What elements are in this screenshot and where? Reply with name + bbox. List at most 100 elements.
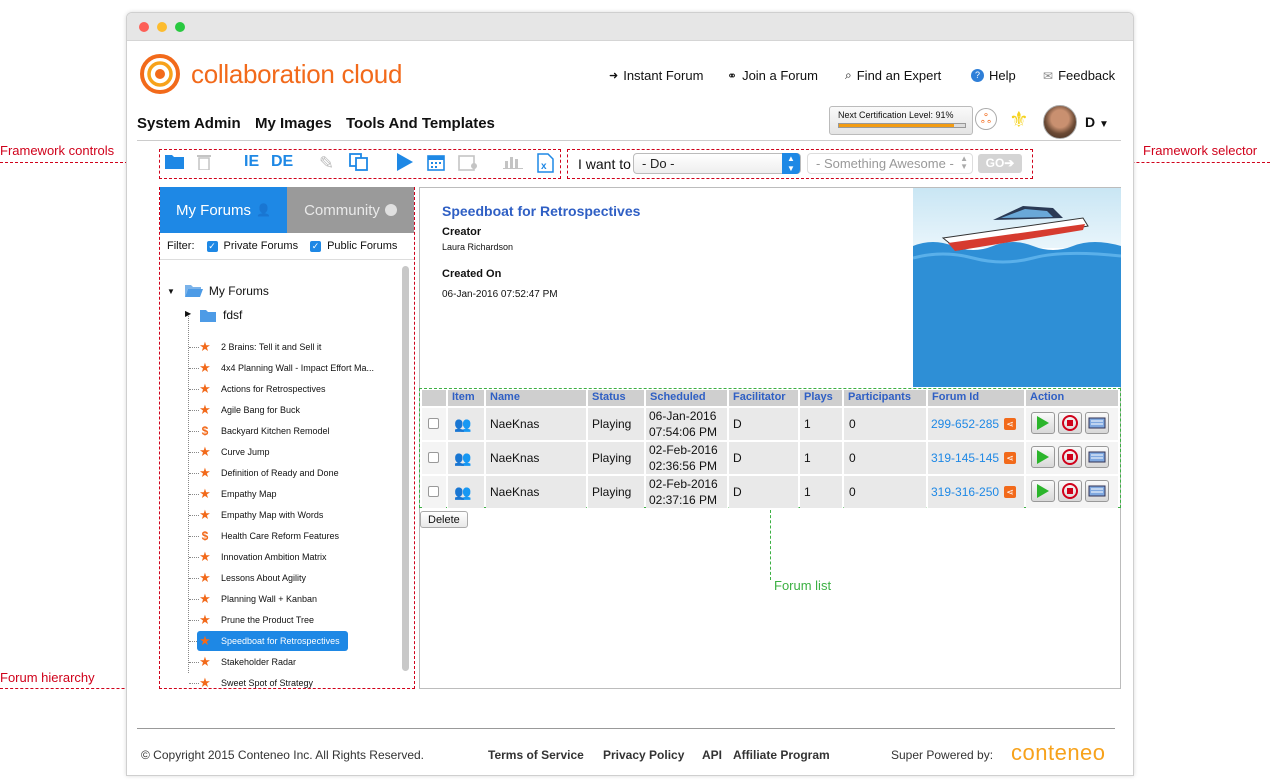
something-select[interactable]: - Something Awesome - ▲ ▼: [807, 153, 973, 174]
tree-item[interactable]: ★ Definition of Ready and Done: [197, 463, 338, 483]
forum-id-link[interactable]: 299-652-285: [931, 417, 999, 431]
tree-item[interactable]: ★ Actions for Retrospectives: [197, 379, 325, 399]
excel-export-icon[interactable]: x: [537, 153, 554, 178]
header-select: [422, 390, 446, 406]
stop-forum-button[interactable]: [1058, 412, 1082, 434]
pencil-icon[interactable]: ✎: [319, 153, 334, 174]
calendar-user-icon[interactable]: [458, 153, 478, 176]
nav-join-forum[interactable]: ⚭ Join a Forum: [727, 68, 818, 83]
forum-id-link[interactable]: 319-145-145: [931, 451, 999, 465]
header-status[interactable]: Status: [588, 390, 644, 406]
star-icon: ★: [199, 465, 211, 480]
tree-item[interactable]: ★ Stakeholder Radar: [197, 652, 296, 672]
tree-item[interactable]: ★ Empathy Map: [197, 484, 276, 504]
do-select[interactable]: - Do - ▲ ▼: [633, 153, 801, 174]
report-forum-button[interactable]: [1085, 412, 1109, 434]
tree-root-my-forums[interactable]: ▼ My Forums: [167, 284, 269, 298]
play-forum-button[interactable]: [1031, 480, 1055, 502]
nav-instant-forum[interactable]: ➜ Instant Forum: [609, 68, 703, 83]
header-name[interactable]: Name: [486, 390, 586, 406]
row-checkbox[interactable]: [428, 418, 439, 429]
delete-button[interactable]: Delete: [420, 511, 468, 528]
play-forum-button[interactable]: [1031, 446, 1055, 468]
row-checkbox[interactable]: [428, 486, 439, 497]
tree-item[interactable]: ★ Agile Bang for Buck: [197, 400, 300, 420]
footer-api-link[interactable]: API: [702, 748, 722, 762]
bar-chart-icon[interactable]: [503, 153, 523, 174]
tree-item[interactable]: ★ Prune the Product Tree: [197, 610, 314, 630]
calendar-icon[interactable]: [427, 153, 445, 176]
maximize-window-button[interactable]: [175, 22, 185, 32]
tree-item[interactable]: ★ Planning Wall + Kanban: [197, 589, 317, 609]
private-forums-checkbox[interactable]: ✓: [206, 240, 218, 252]
share-icon[interactable]: ⋖: [1004, 452, 1016, 464]
tree-item[interactable]: ★ 2 Brains: Tell it and Sell it: [197, 337, 321, 357]
logo-text[interactable]: collaboration cloud: [191, 59, 402, 90]
tab-my-forums[interactable]: My Forums 👤: [160, 187, 287, 233]
forum-id-link[interactable]: 319-316-250: [931, 485, 999, 499]
header-scheduled[interactable]: Scheduled: [646, 390, 727, 406]
tree-item[interactable]: ★ Sweet Spot of Strategy: [197, 673, 313, 693]
report-forum-button[interactable]: [1085, 446, 1109, 468]
tree-item[interactable]: ★ Lessons About Agility: [197, 568, 306, 588]
stop-forum-button[interactable]: [1058, 446, 1082, 468]
star-icon: ★: [199, 381, 211, 396]
nav-system-admin[interactable]: System Admin: [137, 115, 241, 132]
user-menu[interactable]: D ▼: [1085, 114, 1109, 130]
tree-item[interactable]: ★ Speedboat for Retrospectives: [197, 631, 348, 651]
public-forums-checkbox[interactable]: ✓: [310, 240, 322, 252]
report-forum-button[interactable]: [1085, 480, 1109, 502]
share-icon[interactable]: ⋖: [1004, 418, 1016, 430]
header-participants[interactable]: Participants: [844, 390, 926, 406]
row-checkbox[interactable]: [428, 452, 439, 463]
facilitator: D: [733, 451, 742, 465]
nav-my-images[interactable]: My Images: [255, 115, 332, 132]
certification-progress[interactable]: Next Certification Level: 91%: [829, 106, 973, 135]
ie-export-icon[interactable]: IE: [244, 153, 259, 171]
tree-item[interactable]: ★ Empathy Map with Words: [197, 505, 323, 525]
belt-badge-icon[interactable]: ஃ: [975, 108, 997, 130]
nav-feedback[interactable]: ✉ Feedback: [1043, 68, 1115, 83]
tree-item[interactable]: ★ 4x4 Planning Wall - Impact Effort Ma...: [197, 358, 374, 378]
nav-help[interactable]: ? Help: [971, 68, 1016, 83]
play-icon[interactable]: [397, 153, 413, 176]
footer-affiliate-link[interactable]: Affiliate Program: [733, 748, 830, 762]
close-window-button[interactable]: [139, 22, 149, 32]
header-plays[interactable]: Plays: [800, 390, 842, 406]
tree-item[interactable]: ★ Curve Jump: [197, 442, 269, 462]
caret-right-icon[interactable]: ▶: [185, 309, 191, 318]
open-folder-icon: [184, 285, 203, 297]
share-icon[interactable]: ⋖: [1004, 486, 1016, 498]
link-icon: ⚭: [727, 68, 738, 83]
trash-icon[interactable]: [197, 153, 211, 175]
star-icon: ★: [199, 486, 211, 501]
nav-find-expert[interactable]: ⌕ Find an Expert: [845, 68, 941, 83]
go-button[interactable]: GO➔: [978, 154, 1022, 173]
header-forum-id[interactable]: Forum Id: [928, 390, 1024, 406]
play-forum-button[interactable]: [1031, 412, 1055, 434]
tree-folder-fdsf[interactable]: fdsf: [200, 308, 242, 322]
go-label: GO: [985, 156, 1005, 170]
stop-forum-button[interactable]: [1058, 480, 1082, 502]
nav-tools-templates[interactable]: Tools And Templates: [346, 115, 495, 132]
forum-title[interactable]: Speedboat for Retrospectives: [442, 203, 640, 219]
conteneo-logo[interactable]: conteneo: [1011, 740, 1106, 766]
minimize-window-button[interactable]: [157, 22, 167, 32]
footer-privacy-link[interactable]: Privacy Policy: [603, 748, 684, 762]
footer-terms-link[interactable]: Terms of Service: [488, 748, 584, 762]
select-arrows-icon: ▲ ▼: [960, 154, 968, 171]
avatar[interactable]: [1043, 105, 1077, 139]
tree-item[interactable]: $ Backyard Kitchen Remodel: [197, 421, 330, 441]
tree-item[interactable]: $ Health Care Reform Features: [197, 526, 339, 546]
star-icon: ★: [199, 360, 211, 375]
dollar-icon: $: [201, 424, 209, 438]
folder-icon[interactable]: [165, 153, 184, 174]
tree-item-label: Innovation Ambition Matrix: [221, 552, 327, 562]
tree-scrollbar[interactable]: [402, 266, 409, 671]
header-item[interactable]: Item: [448, 390, 484, 406]
de-export-icon[interactable]: DE: [271, 153, 293, 171]
copy-icon[interactable]: [349, 153, 369, 176]
header-facilitator[interactable]: Facilitator: [729, 390, 798, 406]
tree-item[interactable]: ★ Innovation Ambition Matrix: [197, 547, 327, 567]
tab-community[interactable]: Community: [287, 187, 414, 233]
